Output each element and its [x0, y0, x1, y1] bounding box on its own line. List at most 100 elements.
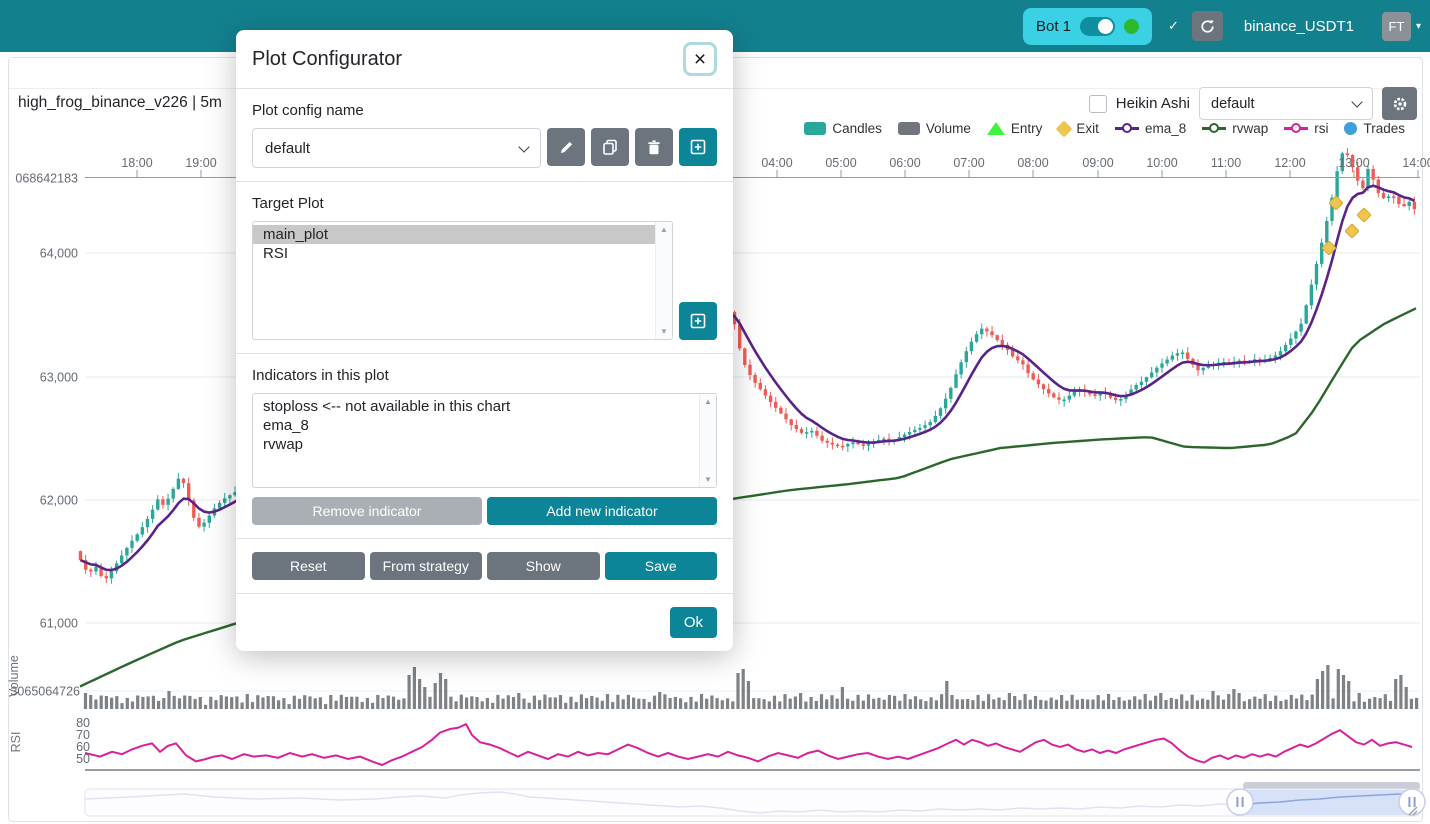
reload-button[interactable] — [1192, 11, 1223, 41]
app-root: 18:0019:0004:0005:0006:0007:0008:0009:00… — [0, 0, 1430, 824]
legend-exit-swatch-icon — [1056, 120, 1073, 137]
y-axis-tick: 63,000 — [40, 371, 78, 385]
plot-config-name-select[interactable]: default — [252, 128, 541, 168]
x-axis-tick: 12:00 — [1274, 156, 1305, 170]
navigator — [85, 782, 1425, 816]
scroll-down-icon[interactable]: ▼ — [660, 327, 668, 336]
reset-button[interactable]: Reset — [252, 552, 365, 580]
bot-online-dot — [1124, 19, 1139, 34]
legend-item-label: rsi — [1314, 121, 1328, 136]
target-plot-label: Target Plot — [252, 195, 717, 212]
x-axis-tick: 06:00 — [889, 156, 920, 170]
legend-item-label: ema_8 — [1145, 121, 1186, 136]
x-axis-tick: 05:00 — [825, 156, 856, 170]
remove-indicator-button[interactable]: Remove indicator — [252, 497, 482, 525]
plus-square-icon — [690, 313, 706, 329]
avatar[interactable]: FT — [1382, 12, 1411, 41]
plot-config-name-value: default — [265, 140, 310, 157]
bot-toggle[interactable] — [1080, 17, 1115, 36]
plot-configurator-modal: Plot Configurator × Plot config name def… — [236, 30, 733, 651]
modal-header: Plot Configurator × — [236, 30, 733, 88]
x-axis-tick: 04:00 — [761, 156, 792, 170]
ok-button[interactable]: Ok — [670, 607, 717, 638]
legend-item[interactable]: Trades — [1344, 121, 1405, 136]
y-axis-tick: 068642183 — [15, 172, 78, 186]
legend-volume-swatch-icon — [898, 122, 920, 135]
exit-markers — [1322, 196, 1371, 255]
x-axis-tick: 09:00 — [1082, 156, 1113, 170]
x-axis-tick: 18:00 — [121, 156, 152, 170]
plot-settings-button[interactable] — [1382, 87, 1417, 120]
target-plot-item[interactable]: RSI — [253, 244, 656, 263]
plot-config-select[interactable]: default — [1199, 87, 1373, 120]
close-button[interactable]: × — [683, 42, 717, 76]
target-plot-section: Target Plot main_plotRSI ▲ ▼ — [236, 181, 733, 353]
chart-options-row: Heikin Ashi default — [1089, 87, 1417, 120]
legend-item[interactable]: Volume — [898, 121, 971, 136]
bot-selector-pill[interactable]: Bot 1 — [1023, 8, 1152, 45]
x-axis-tick: 07:00 — [953, 156, 984, 170]
scroll-up-icon[interactable]: ▲ — [660, 225, 668, 234]
target-plot-listbox[interactable]: main_plotRSI ▲ ▼ — [252, 221, 673, 340]
scroll-down-icon[interactable]: ▼ — [704, 475, 712, 484]
heikin-ashi-label: Heikin Ashi — [1116, 95, 1190, 112]
indicators-listbox[interactable]: stoploss <-- not available in this chart… — [252, 393, 717, 488]
legend-item-label: rvwap — [1232, 121, 1268, 136]
legend-item[interactable]: rvwap — [1202, 121, 1268, 136]
legend-ema_8-swatch-icon — [1115, 127, 1139, 130]
y-axis-tick: 61,000 — [40, 617, 78, 631]
chevron-down-icon[interactable]: ▾ — [1416, 21, 1421, 32]
legend-item-label: Entry — [1011, 121, 1043, 136]
legend-item[interactable]: ema_8 — [1115, 121, 1186, 136]
y-axis-tick: 62,000 — [40, 494, 78, 508]
add-subplot-button[interactable] — [679, 302, 717, 340]
indicator-item[interactable]: rvwap — [253, 435, 700, 454]
reload-icon — [1200, 19, 1215, 34]
delete-config-button[interactable] — [635, 128, 673, 166]
x-axis-tick: 14:00 — [1402, 156, 1430, 170]
scrollbar[interactable]: ▲ ▼ — [699, 394, 716, 487]
from-strategy-button[interactable]: From strategy — [370, 552, 483, 580]
pencil-icon — [559, 140, 574, 155]
indicators-section: Indicators in this plot stoploss <-- not… — [236, 353, 733, 538]
legend-item[interactable]: Exit — [1058, 121, 1099, 136]
x-axis-tick: 19:00 — [185, 156, 216, 170]
pair-label: binance_USDT1 — [1244, 18, 1354, 35]
legend-item[interactable]: rsi — [1284, 121, 1328, 136]
add-config-button[interactable] — [679, 128, 717, 166]
gear-icon — [1392, 96, 1408, 112]
rename-config-button[interactable] — [547, 128, 585, 166]
legend-item-label: Candles — [832, 121, 882, 136]
legend-entry-swatch-icon — [987, 122, 1005, 135]
y-axis-tick: 64,000 — [40, 247, 78, 261]
plus-square-icon — [690, 139, 706, 155]
legend-item-label: Trades — [1363, 121, 1405, 136]
target-plot-item[interactable]: main_plot — [253, 225, 656, 244]
navigator-handle-left[interactable] — [1227, 789, 1253, 815]
chevron-down-icon — [1351, 96, 1362, 107]
config-actions-section: Reset From strategy Show Save — [236, 538, 733, 593]
indicator-item[interactable]: stoploss <-- not available in this chart — [253, 397, 700, 416]
duplicate-config-button[interactable] — [591, 128, 629, 166]
scrollbar[interactable]: ▲ ▼ — [655, 222, 672, 339]
chart-legend: Candles Volume Entry Exit ema_8 rvwap rsi Trade… — [804, 121, 1405, 136]
volume-series — [84, 665, 1418, 709]
scroll-up-icon[interactable]: ▲ — [704, 397, 712, 406]
heikin-ashi-checkbox[interactable] — [1089, 95, 1107, 113]
indicators-label: Indicators in this plot — [252, 367, 717, 384]
legend-item[interactable]: Candles — [804, 121, 882, 136]
legend-candles-swatch-icon — [804, 122, 826, 135]
add-new-indicator-button[interactable]: Add new indicator — [487, 497, 717, 525]
plot-config-name-label: Plot config name — [252, 102, 717, 119]
chart-title: high_frog_binance_v226 | 5m — [18, 94, 222, 112]
rsi-line — [85, 724, 1412, 765]
legend-trades-swatch-icon — [1344, 122, 1357, 135]
indicator-item[interactable]: ema_8 — [253, 416, 700, 435]
trash-icon — [647, 140, 661, 155]
legend-item[interactable]: Entry — [987, 121, 1043, 136]
copy-icon — [602, 139, 618, 155]
show-button[interactable]: Show — [487, 552, 600, 580]
legend-item-label: Exit — [1076, 121, 1099, 136]
rsi-axis-label: RSI — [9, 732, 23, 753]
save-button[interactable]: Save — [605, 552, 718, 580]
